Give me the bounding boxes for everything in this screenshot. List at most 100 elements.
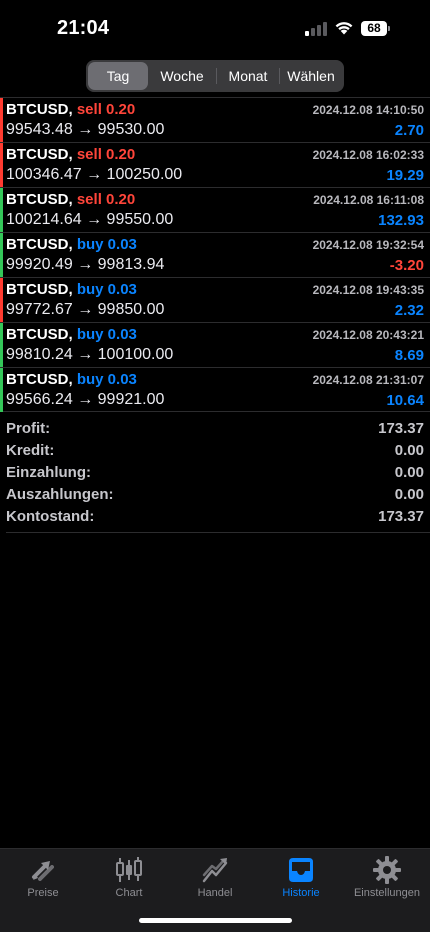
period-segmented-control: Tag Woche Monat Wählen [86, 60, 344, 92]
trade-profit: 132.93 [378, 212, 424, 229]
open-price: 99566.24 [6, 391, 73, 408]
trade-profit: -3.20 [389, 257, 424, 274]
trade-timestamp: 2024.12.08 16:02:33 [312, 148, 424, 162]
trade-row[interactable]: BTCUSD, buy 0.03 99566.24 → 99921.00 2024.… [0, 367, 430, 412]
trade-side-volume: buy 0.03 [76, 236, 137, 253]
trade-timestamp: 2024.12.08 19:43:35 [312, 283, 424, 297]
trade-status-bar [0, 323, 3, 367]
trade-status-bar [0, 98, 3, 142]
trade-trend-icon [202, 858, 228, 883]
battery-tip [388, 26, 390, 31]
arrow-icon: → [77, 391, 94, 408]
summary-label: Profit: [6, 420, 51, 437]
trade-row[interactable]: BTCUSD, buy 0.03 99920.49 → 99813.94 2024.… [0, 232, 430, 277]
close-price: 99813.94 [97, 256, 165, 273]
trade-prices: 99920.49 → 99813.94 [6, 256, 164, 274]
battery-level: 68 [361, 21, 387, 36]
segment-tag[interactable]: Tag [88, 62, 148, 90]
trade-prices: 99772.67 → 99850.00 [6, 301, 164, 319]
trade-prices: 99566.24 → 99921.00 [6, 391, 164, 409]
open-price: 99543.48 [6, 121, 73, 138]
trade-header: BTCUSD, buy 0.03 [6, 281, 137, 298]
trade-status-bar [0, 143, 3, 187]
trade-timestamp: 2024.12.08 14:10:50 [312, 103, 424, 117]
trade-profit: 19.29 [386, 167, 424, 184]
trade-symbol: BTCUSD, [6, 326, 73, 343]
trade-side-volume: sell 0.20 [76, 101, 136, 118]
arrow-icon: → [77, 121, 94, 138]
trade-row[interactable]: BTCUSD, sell 0.20 99543.48 → 99530.00 2024… [0, 97, 430, 142]
segment-monat[interactable]: Monat [217, 62, 279, 90]
summary-label: Kontostand: [6, 508, 95, 525]
summary-value: 0.00 [394, 464, 424, 481]
trade-profit: 8.69 [394, 347, 424, 364]
summary-row: Profit: 173.37 [0, 418, 430, 440]
trade-symbol: BTCUSD, [6, 236, 73, 253]
close-price: 99850.00 [97, 301, 165, 318]
trade-timestamp: 2024.12.08 19:32:54 [312, 238, 424, 252]
trade-symbol: BTCUSD, [6, 101, 73, 118]
summary-value: 0.00 [394, 442, 424, 459]
arrow-icon: → [77, 256, 94, 273]
trade-header: BTCUSD, sell 0.20 [6, 101, 135, 118]
segment-waehlen[interactable]: Wählen [280, 62, 342, 90]
candlestick-chart-icon [116, 857, 142, 882]
trade-side-volume: buy 0.03 [76, 326, 137, 343]
trade-header: BTCUSD, buy 0.03 [6, 236, 137, 253]
tab-preise[interactable]: Preise [0, 855, 86, 899]
trade-timestamp: 2024.12.08 21:31:07 [312, 373, 424, 387]
account-summary: Profit: 173.37 Kredit: 0.00 Einzahlung: 0.00 A… [0, 418, 430, 528]
trade-timestamp: 2024.12.08 20:43:21 [312, 328, 424, 342]
trade-header: BTCUSD, buy 0.03 [6, 371, 137, 388]
tab-chart[interactable]: Chart [86, 855, 172, 899]
trade-header: BTCUSD, buy 0.03 [6, 326, 137, 343]
tab-handel[interactable]: Handel [172, 855, 258, 899]
trade-row[interactable]: BTCUSD, buy 0.03 99772.67 → 99850.00 2024.… [0, 277, 430, 322]
trade-header: BTCUSD, sell 0.20 [6, 191, 135, 208]
status-bar: 21:04 68 [0, 0, 430, 56]
tab-label: Historie [282, 887, 320, 899]
tab-label: Einstellungen [353, 887, 421, 899]
segment-woche[interactable]: Woche [148, 62, 216, 90]
trade-row[interactable]: BTCUSD, buy 0.03 99810.24 → 100100.00 2024… [0, 322, 430, 367]
trade-prices: 99810.24 → 100100.00 [6, 346, 173, 364]
trade-profit: 10.64 [386, 392, 424, 409]
close-price: 100250.00 [106, 166, 183, 183]
trade-row[interactable]: BTCUSD, sell 0.20 100214.64 → 99550.00 202… [0, 187, 430, 232]
home-indicator [139, 918, 292, 923]
gear-icon [373, 856, 401, 884]
trade-prices: 100214.64 → 99550.00 [6, 211, 173, 229]
tab-historie[interactable]: Historie [258, 855, 344, 899]
summary-row: Auszahlungen: 0.00 [0, 484, 430, 506]
wifi-icon [335, 22, 353, 35]
trade-row[interactable]: BTCUSD, sell 0.20 100346.47 → 100250.00 20… [0, 142, 430, 187]
trade-prices: 100346.47 → 100250.00 [6, 166, 182, 184]
trade-history-list: BTCUSD, sell 0.20 99543.48 → 99530.00 2024… [0, 97, 430, 412]
close-price: 99550.00 [106, 211, 174, 228]
arrow-icon: → [77, 346, 94, 363]
close-price: 99921.00 [97, 391, 165, 408]
summary-value: 173.37 [378, 508, 424, 525]
arrow-icon: → [86, 166, 103, 183]
trade-status-bar [0, 368, 3, 412]
trade-symbol: BTCUSD, [6, 191, 73, 208]
summary-label: Kredit: [6, 442, 55, 459]
trade-symbol: BTCUSD, [6, 281, 73, 298]
summary-divider [6, 532, 430, 533]
trade-side-volume: sell 0.20 [76, 146, 136, 163]
tab-label: Preise [27, 887, 59, 899]
arrow-icon: → [86, 211, 103, 228]
trade-status-bar [0, 233, 3, 277]
quotes-arrows-icon [32, 861, 54, 881]
close-price: 100100.00 [97, 346, 174, 363]
trade-side-volume: buy 0.03 [76, 371, 137, 388]
arrow-icon: → [77, 301, 94, 318]
summary-label: Einzahlung: [6, 464, 91, 481]
trade-timestamp: 2024.12.08 16:11:08 [313, 193, 424, 207]
summary-label: Auszahlungen: [6, 486, 114, 503]
summary-value: 173.37 [378, 420, 424, 437]
inbox-tray-icon [289, 858, 313, 882]
summary-row: Einzahlung: 0.00 [0, 462, 430, 484]
close-price: 99530.00 [97, 121, 165, 138]
tab-einstellungen[interactable]: Einstellungen [344, 855, 430, 899]
